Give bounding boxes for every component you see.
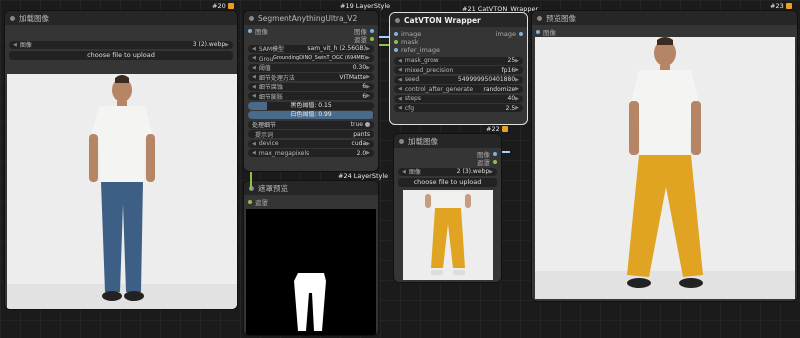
node-title: 加载图像 [408,136,438,146]
preview-image-node[interactable]: 预览图像 图像 [531,10,798,302]
upload-button[interactable]: choose file to upload [9,50,233,60]
node-title: 加载图像 [19,13,49,23]
node-title: SegmentAnythingUltra_V2 [258,13,358,23]
input-port-icon[interactable] [394,48,398,52]
result-photo [535,37,795,299]
output-port-icon[interactable] [370,37,374,41]
collapse-dot-icon[interactable] [537,15,542,21]
input-port-icon[interactable] [394,32,398,36]
node-title: CatVTON Wrapper [404,15,481,25]
node-title: 预览图像 [546,13,576,23]
mixed-precision-select[interactable]: ◀ mixed_precision fp16 ▶ [394,66,523,74]
detail-dilate-input[interactable]: ◀ 细节膨胀 6 ▶ [248,92,374,101]
collapse-dot-icon[interactable] [395,17,400,23]
collapse-dot-icon[interactable] [399,138,404,144]
input-port-icon[interactable] [248,29,252,33]
node-id-badge: #23 [770,2,792,10]
warning-icon [785,3,792,9]
node-title: 遮罩预览 [258,183,288,193]
process-detail-toggle[interactable]: 处理细节 true [248,120,374,129]
grounding-dino-select[interactable]: ◀Grounding DINO模型GroundingDINO_SwinT_OGC… [248,54,374,63]
input-port-icon[interactable] [394,40,398,44]
mask-preview-image [246,209,376,335]
toggle-knob-icon [365,122,370,127]
load-image-node-2[interactable]: 加载图像 图像 遮罩 ◀ 图像 2 (3).webp ▶ choose file to… [393,133,502,283]
detail-method-select[interactable]: ◀ 细节处理方法 VITMatte ▶ [248,73,374,82]
node-id-badge: #20 [212,2,234,10]
input-port-icon[interactable] [248,200,252,204]
steps-input[interactable]: ◀ steps 40 ▶ [394,94,523,103]
connection-wire [502,151,510,153]
cfg-input[interactable]: ◀ cfg 2.5 ▶ [394,104,523,112]
max-megapixels-input[interactable]: ◀ max_megapixels 2.0 ▶ [248,149,374,157]
upload-button[interactable]: choose file to upload [398,177,497,187]
control-after-generate-select[interactable]: ◀ control_after_generate randomize ▶ [394,85,523,93]
sam-model-select[interactable]: ◀ SAM模型 sam_vit_h (2.56GB) ▶ [248,44,374,53]
image-select-widget[interactable]: ◀ 图像 2 (3).webp ▶ [398,167,497,176]
seed-input[interactable]: ◀ seed 549999950401880 ▶ [394,75,523,84]
output-port-icon[interactable] [370,29,374,33]
mask-preview-node[interactable]: 遮罩预览 遮罩 [243,180,379,336]
node-id-badge: #24 LayerStyle [338,172,389,180]
input-port-icon[interactable] [536,30,540,34]
mask-grow-input[interactable]: ◀ mask_grow 25 ▶ [394,56,523,65]
yellow-pants-photo [403,190,493,280]
detail-erode-input[interactable]: ◀ 细节腐蚀 6 ▶ [248,82,374,91]
output-port-icon[interactable] [493,160,497,164]
node-id-badge: #19 LayerStyle [340,2,391,10]
prompt-input[interactable]: 提示词 pants [248,130,374,139]
connection-wire [250,172,252,190]
segment-anything-node[interactable]: SegmentAnythingUltra_V2 图像 图像 遮罩 ◀ SAM模型 s… [243,10,379,172]
warning-icon [501,126,508,132]
white-point-slider[interactable]: 白色阈值: 0.99 [248,111,374,119]
threshold-input[interactable]: ◀ 阈值 0.30 ▶ [248,63,374,72]
black-point-slider[interactable]: 黑色阈值: 0.15 [248,101,374,110]
output-port-icon[interactable] [519,32,523,36]
output-port-icon[interactable] [493,152,497,156]
warning-icon [227,3,234,9]
collapse-dot-icon[interactable] [10,15,15,21]
catvton-wrapper-node[interactable]: CatVTON Wrapper image mask refer_image i… [389,12,528,125]
image-select-widget[interactable]: ◀ 图像 3 (2).webp ▶ [9,40,233,49]
device-select[interactable]: ◀ device cuda ▶ [248,139,374,148]
arrow-right-icon[interactable]: ▶ [225,42,229,48]
load-image-node-1[interactable]: 加载图像 ◀ 图像 3 (2).webp ▶ choose file to up… [4,10,238,310]
man-jeans-photo [7,74,237,309]
collapse-dot-icon[interactable] [249,15,254,21]
node-id-badge: #22 [486,125,508,133]
